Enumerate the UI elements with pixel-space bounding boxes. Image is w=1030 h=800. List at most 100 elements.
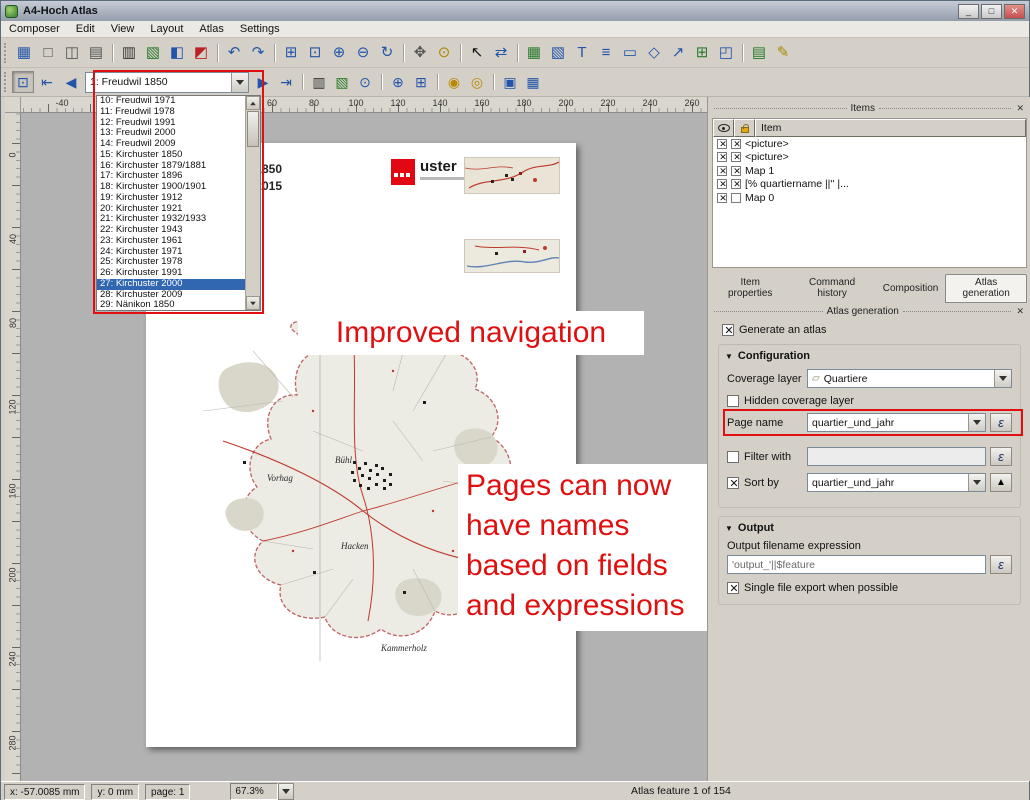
- item-lock-checkbox[interactable]: [731, 139, 741, 149]
- zoom-dropdown-arrow-icon[interactable]: [278, 783, 294, 800]
- atlas-feature-combo[interactable]: 1: Freudwil 1850: [85, 72, 249, 93]
- output-filename-input[interactable]: 'output_'||$feature: [727, 555, 986, 574]
- toolbar-grip[interactable]: [4, 43, 8, 63]
- scrollbar-thumb[interactable]: [247, 111, 259, 147]
- select-move-item-button[interactable]: ↖: [465, 41, 489, 65]
- add-shape-button[interactable]: ◇: [642, 41, 666, 65]
- pan-composer-button[interactable]: ✥: [408, 41, 432, 65]
- attributes-view-button[interactable]: ▤: [747, 41, 771, 65]
- export-as-svg-button[interactable]: ◧: [165, 41, 189, 65]
- redo-button[interactable]: ↷: [246, 41, 270, 65]
- item-visibility-checkbox[interactable]: [717, 193, 727, 203]
- hidden-coverage-checkbox[interactable]: [727, 395, 739, 407]
- item-lock-checkbox[interactable]: [731, 166, 741, 176]
- menu-item[interactable]: Edit: [68, 22, 103, 36]
- add-arrow-button[interactable]: ↗: [666, 41, 690, 65]
- combo-dropdown-arrow-icon[interactable]: [968, 414, 985, 431]
- toolbar-grip[interactable]: [4, 72, 8, 92]
- collapse-icon[interactable]: ▼: [725, 524, 733, 533]
- sort-direction-button[interactable]: ▲: [990, 473, 1012, 492]
- atlas-page-option[interactable]: 29: Nänikon 1850: [97, 300, 245, 310]
- items-panel-close-icon[interactable]: ✕: [1015, 104, 1025, 113]
- undo-button[interactable]: ↶: [222, 41, 246, 65]
- filter-expression-input[interactable]: [807, 447, 986, 466]
- combo-dropdown-arrow-icon[interactable]: [968, 474, 985, 491]
- zoom-full-atlas-button[interactable]: ⊞: [410, 71, 432, 93]
- combo-dropdown-arrow-icon[interactable]: [994, 370, 1011, 387]
- menu-item[interactable]: Settings: [232, 22, 288, 36]
- preview-atlas-zoom-button[interactable]: ⊙: [354, 71, 376, 93]
- add-image-button[interactable]: ▧: [546, 41, 570, 65]
- scroll-down-icon[interactable]: [246, 296, 260, 310]
- lock-column-button[interactable]: [734, 119, 755, 137]
- atlas-first-feature-button[interactable]: ⇤: [36, 71, 58, 93]
- configuration-header[interactable]: ▼ Configuration: [725, 350, 1014, 362]
- atlas-page-option[interactable]: 15: Kirchuster 1850: [97, 150, 245, 161]
- raise-items-button[interactable]: ▦: [522, 71, 544, 93]
- output-header[interactable]: ▼ Output: [725, 522, 1014, 534]
- item-lock-checkbox[interactable]: [731, 179, 741, 189]
- map-thumbnail-top[interactable]: [464, 157, 560, 194]
- item-visibility-checkbox[interactable]: [717, 179, 727, 189]
- export-as-pdf-button[interactable]: ◩: [189, 41, 213, 65]
- atlas-feature-dropdown-list[interactable]: 10: Freudwil 197111: Freudwil 197812: Fr…: [96, 95, 261, 311]
- item-visibility-checkbox[interactable]: [717, 166, 727, 176]
- add-new-map-button[interactable]: ▦: [522, 41, 546, 65]
- zoom-in-atlas-button[interactable]: ⊕: [387, 71, 409, 93]
- dropdown-scrollbar[interactable]: [245, 96, 260, 310]
- tab-command-history[interactable]: Command history: [788, 274, 875, 303]
- atlas-last-feature-button[interactable]: ⇥: [275, 71, 297, 93]
- menu-item[interactable]: Composer: [1, 22, 68, 36]
- sort-by-combo[interactable]: quartier_und_jahr: [807, 473, 986, 492]
- duplicate-composition-button[interactable]: ◫: [60, 41, 84, 65]
- composition-manager-button[interactable]: ▤: [84, 41, 108, 65]
- item-lock-checkbox[interactable]: [731, 152, 741, 162]
- atlas-previous-feature-button[interactable]: ◀: [60, 71, 82, 93]
- export-as-image-button[interactable]: ▧: [141, 41, 165, 65]
- atlas-page-option[interactable]: 27: Kirchuster 2000: [97, 279, 245, 290]
- coverage-layer-combo[interactable]: ▱ Quartiere: [807, 369, 1012, 388]
- atlas-panel-close-icon[interactable]: ✕: [1015, 307, 1025, 316]
- menu-item[interactable]: Layout: [142, 22, 191, 36]
- item-visibility-checkbox[interactable]: [717, 152, 727, 162]
- collapse-icon[interactable]: ▼: [725, 352, 733, 361]
- sort-by-checkbox[interactable]: [727, 477, 739, 489]
- close-button[interactable]: ✕: [1004, 4, 1025, 19]
- add-label-button[interactable]: T: [570, 41, 594, 65]
- add-legend-button[interactable]: ≡: [594, 41, 618, 65]
- visibility-column-button[interactable]: [713, 119, 734, 137]
- zoom-full-button[interactable]: ⊞: [279, 41, 303, 65]
- menu-item[interactable]: Atlas: [191, 22, 231, 36]
- atlas-next-feature-button[interactable]: ▶: [252, 71, 274, 93]
- preview-atlas-button[interactable]: ⊡: [12, 71, 34, 93]
- zoom-in-button[interactable]: ⊕: [327, 41, 351, 65]
- combo-dropdown-arrow-icon[interactable]: [231, 73, 248, 92]
- move-item-content-button[interactable]: ⇄: [489, 41, 513, 65]
- maximize-button[interactable]: □: [981, 4, 1002, 19]
- items-list-row[interactable]: <picture>: [713, 137, 1026, 151]
- menu-item[interactable]: View: [103, 22, 143, 36]
- single-file-checkbox[interactable]: [727, 582, 739, 594]
- tab-composition[interactable]: Composition: [876, 274, 946, 303]
- map-thumbnail-bottom[interactable]: [464, 239, 560, 273]
- filter-with-checkbox[interactable]: [727, 451, 739, 463]
- atlas-page-option[interactable]: 23: Kirchuster 1961: [97, 236, 245, 247]
- atlas-page-option[interactable]: 19: Kirchuster 1912: [97, 193, 245, 204]
- item-lock-checkbox[interactable]: [731, 193, 741, 203]
- zoom-tool-button[interactable]: ⊙: [432, 41, 456, 65]
- print-composition-button[interactable]: ▥: [117, 41, 141, 65]
- export-atlas-as-image-button[interactable]: ▧: [331, 71, 353, 93]
- output-expression-button[interactable]: ε: [990, 555, 1012, 574]
- unlock-items-button[interactable]: ◎: [466, 71, 488, 93]
- page-name-combo[interactable]: quartier_und_jahr: [807, 413, 986, 432]
- add-html-frame-button[interactable]: ◰: [714, 41, 738, 65]
- tab-atlas-generation[interactable]: Atlas generation: [945, 274, 1027, 303]
- new-composition-button[interactable]: □: [36, 41, 60, 65]
- minimize-button[interactable]: _: [958, 4, 979, 19]
- print-atlas-button[interactable]: ▥: [308, 71, 330, 93]
- refresh-view-button[interactable]: ↻: [375, 41, 399, 65]
- save-project-button[interactable]: ▦: [12, 41, 36, 65]
- page-name-expression-button[interactable]: ε: [990, 413, 1012, 432]
- zoom-out-button[interactable]: ⊖: [351, 41, 375, 65]
- add-scalebar-button[interactable]: ▭: [618, 41, 642, 65]
